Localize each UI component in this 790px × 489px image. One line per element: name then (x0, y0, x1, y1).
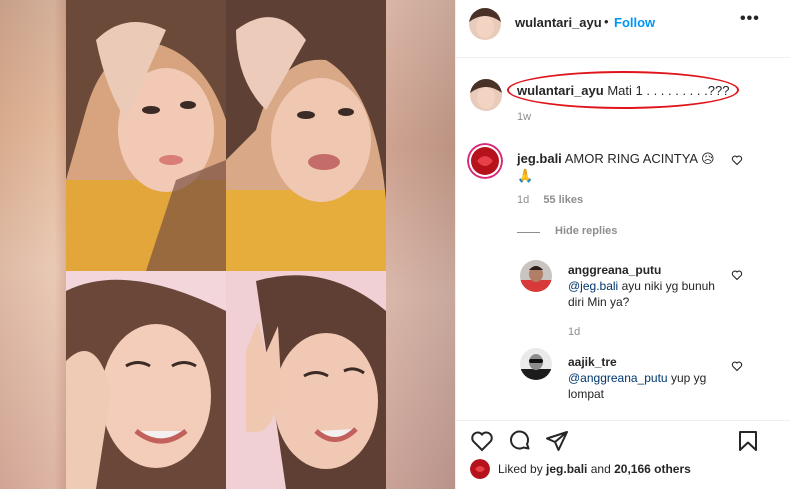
collage-photo-3 (66, 271, 226, 489)
reply-avatar[interactable] (520, 348, 552, 380)
comment-icon[interactable] (508, 429, 532, 453)
comment-likes[interactable]: 55 likes (543, 194, 583, 206)
comments-panel: wulantari_ayu • Follow ••• wulantari_ayu… (455, 0, 790, 489)
post-header: wulantari_ayu • Follow ••• (456, 0, 790, 58)
share-icon[interactable] (545, 429, 569, 453)
reply-username[interactable]: anggreana_putu (568, 262, 728, 278)
comment-body: jeg.bali AMOR RING ACINTYA 😥🙏 (517, 150, 722, 184)
post-photo[interactable] (0, 0, 455, 489)
more-options-icon[interactable]: ••• (740, 10, 760, 28)
reply-mention[interactable]: @anggreana_putu (568, 371, 668, 385)
comment-avatar[interactable] (467, 143, 503, 179)
instagram-post-view: wulantari_ayu • Follow ••• wulantari_ayu… (0, 0, 790, 489)
post-actions: Liked by jeg.bali and 20,166 others (456, 420, 790, 489)
likes-count[interactable]: 20,166 others (614, 462, 691, 476)
reply-timestamp[interactable]: 1d (568, 326, 580, 338)
photo-left-blur (0, 0, 66, 489)
likes-prefix: Liked by (498, 462, 543, 476)
comment-timestamp[interactable]: 1d (517, 194, 529, 206)
photo-right-blur (386, 0, 455, 489)
bookmark-icon[interactable] (736, 429, 760, 453)
heart-icon[interactable] (470, 429, 494, 453)
likes-middle: and (590, 462, 611, 476)
comment-meta: 1d 55 likes (517, 194, 594, 206)
collage-photo-2 (226, 0, 386, 271)
reply-body: aajik_tre @anggreana_putu yup yg lompat (568, 354, 728, 402)
comment-username[interactable]: jeg.bali (517, 151, 562, 166)
caption-timestamp[interactable]: 1w (517, 111, 531, 123)
collage-photo-1 (66, 0, 226, 271)
highlight-circle (507, 71, 739, 109)
reply-body: anggreana_putu @jeg.bali ayu niki yg bun… (568, 262, 728, 310)
reply-username[interactable]: aajik_tre (568, 354, 728, 370)
author-username[interactable]: wulantari_ayu (515, 15, 602, 30)
replies-divider (517, 232, 540, 233)
collage-photo-4 (226, 271, 386, 489)
likes-summary: Liked by jeg.bali and 20,166 others (498, 462, 691, 476)
reply-mention[interactable]: @jeg.bali (568, 279, 618, 293)
hide-replies-button[interactable]: Hide replies (555, 225, 617, 237)
author-avatar[interactable] (469, 8, 501, 40)
liked-by-avatar[interactable] (470, 459, 490, 479)
reply-avatar[interactable] (520, 260, 552, 292)
likes-user[interactable]: jeg.bali (546, 462, 587, 476)
follow-button[interactable]: Follow (614, 15, 655, 30)
header-separator: • (604, 14, 609, 29)
like-comment-heart-icon[interactable] (731, 154, 743, 166)
like-reply-heart-icon[interactable] (731, 360, 743, 372)
caption-avatar[interactable] (470, 79, 502, 111)
like-reply-heart-icon[interactable] (731, 269, 743, 281)
